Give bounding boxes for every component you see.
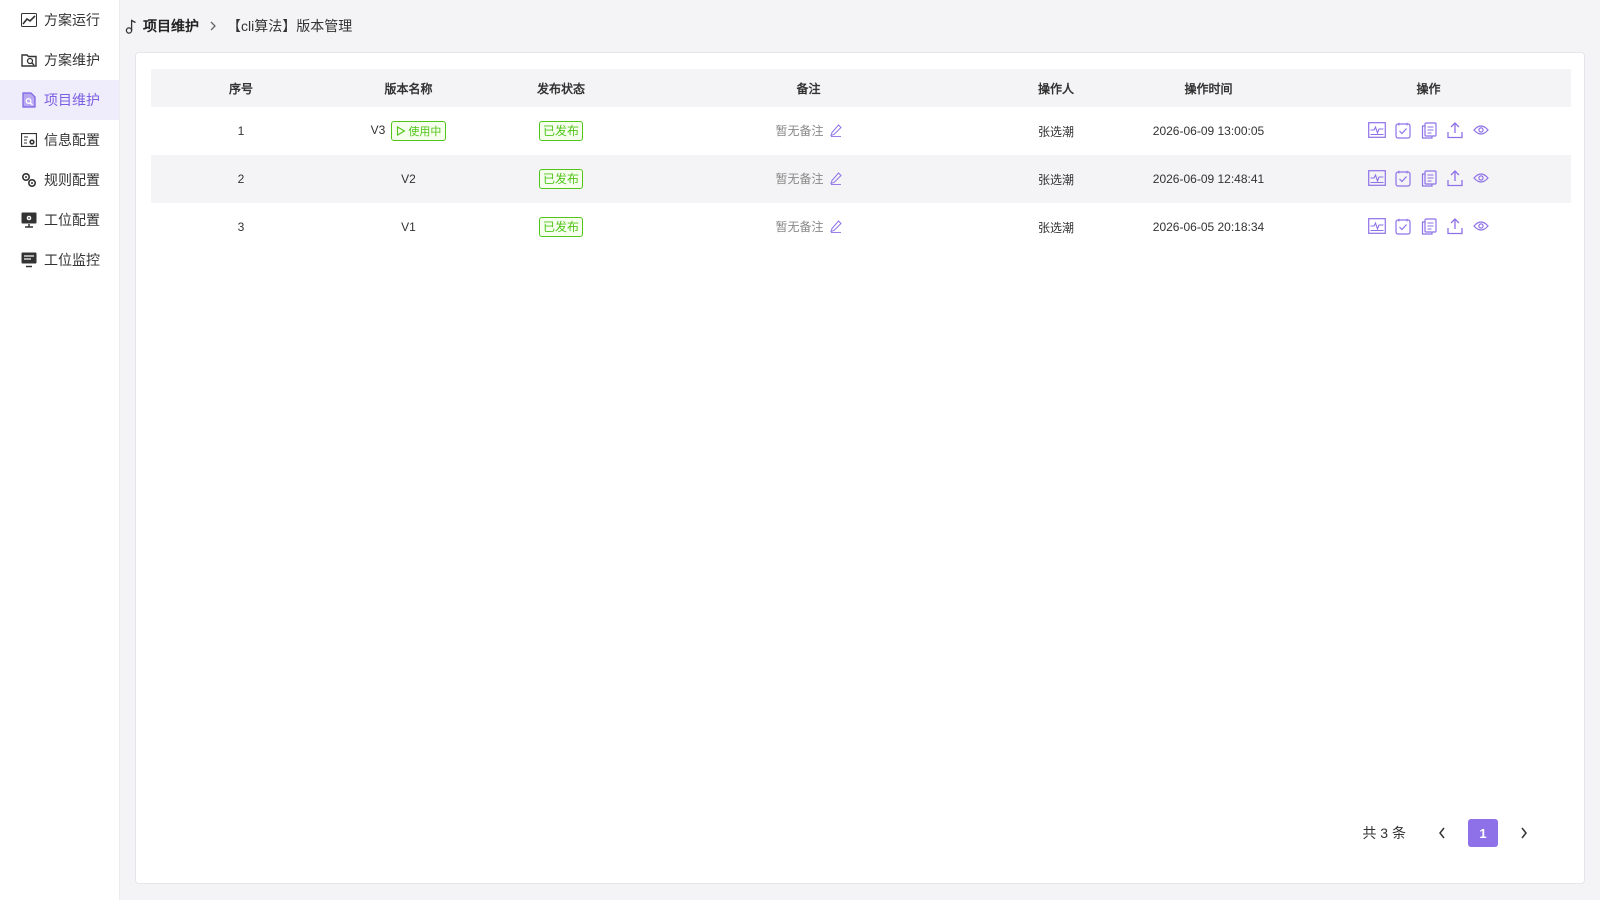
eye-icon[interactable] — [1472, 169, 1490, 187]
sidebar-item-label: 方案运行 — [44, 12, 100, 28]
sidebar-item-info-config[interactable]: 信息配置 — [0, 120, 119, 160]
breadcrumb-parent[interactable]: 项目维护 — [143, 16, 199, 36]
sidebar-item-label: 工位监控 — [44, 252, 100, 268]
sidebar-item-project-maintain[interactable]: 项目维护 — [0, 80, 119, 120]
copy-icon[interactable] — [1420, 217, 1438, 235]
chevron-left-icon — [1439, 827, 1445, 839]
checklist-icon[interactable] — [1394, 217, 1412, 235]
table-row: 2 V2 已发布 暂无备注 张选潮 2026-06-09 12:48:41 — [151, 155, 1571, 203]
sidebar-item-plan-maintain[interactable]: 方案维护 — [0, 40, 119, 80]
header-time: 操作时间 — [1184, 81, 1233, 96]
sidebar-item-station-monitor[interactable]: 工位监控 — [0, 240, 119, 280]
cell-time: 2026-06-09 13:00:05 — [1152, 124, 1265, 138]
monitor-list-icon — [20, 251, 38, 269]
chevron-right-icon — [1521, 827, 1527, 839]
cell-operator: 张选潮 — [1037, 172, 1074, 187]
checklist-icon[interactable] — [1394, 169, 1412, 187]
version-name: V1 — [401, 220, 416, 234]
header-actions: 操作 — [1416, 81, 1441, 96]
upload-icon[interactable] — [1446, 217, 1464, 235]
cell-name: V2 — [331, 155, 486, 203]
play-icon — [396, 126, 406, 136]
note-text: 暂无备注 — [775, 124, 824, 139]
sidebar: 方案运行 方案维护 项目维护 信息配置 规则配置 工位配置 工位监控 — [0, 0, 120, 900]
copy-icon[interactable] — [1420, 121, 1438, 139]
chevron-right-icon — [209, 19, 217, 34]
cell-time: 2026-06-09 12:48:41 — [1152, 172, 1265, 186]
cell-actions — [1286, 155, 1571, 203]
pagination-total: 共 3 条 — [1362, 825, 1406, 841]
header-status: 发布状态 — [536, 81, 585, 96]
cell-time: 2026-06-05 20:18:34 — [1152, 220, 1265, 234]
settings-board-icon — [20, 131, 38, 149]
status-badge: 已发布 — [538, 169, 583, 189]
note-text: 暂无备注 — [775, 172, 824, 187]
sidebar-item-plan-run[interactable]: 方案运行 — [0, 0, 119, 40]
cell-seq: 1 — [237, 124, 245, 138]
table-row: 1 V3 使用中 已发布 暂无备注 张选潮 2026-06-09 13:00:05 — [151, 107, 1571, 155]
upload-icon[interactable] — [1446, 121, 1464, 139]
in-use-badge: 使用中 — [391, 121, 447, 141]
table-header-row: 序号 版本名称 发布状态 备注 操作人 操作时间 操作 — [151, 69, 1571, 107]
cell-operator: 张选潮 — [1037, 124, 1074, 139]
sidebar-item-rule-config[interactable]: 规则配置 — [0, 160, 119, 200]
cell-note: 暂无备注 — [636, 107, 981, 155]
cell-name: V1 — [331, 203, 486, 251]
copy-icon[interactable] — [1420, 169, 1438, 187]
cell-status: 已发布 — [486, 155, 636, 203]
edit-pen-icon[interactable] — [829, 172, 842, 188]
cell-actions — [1286, 203, 1571, 251]
version-name: V3 — [370, 123, 386, 138]
document-search-icon — [20, 91, 38, 109]
edit-pen-icon[interactable] — [829, 220, 842, 236]
breadcrumb-current: 【cli算法】版本管理 — [227, 18, 353, 34]
music-note-icon — [125, 18, 139, 34]
content-card: 序号 版本名称 发布状态 备注 操作人 操作时间 操作 1 V3 使用中 已发布 暂无备… — [135, 52, 1585, 884]
breadcrumb: 项目维护 【cli算法】版本管理 — [125, 16, 352, 36]
status-badge: 已发布 — [538, 121, 583, 141]
folder-search-icon — [20, 51, 38, 69]
chart-line-icon — [20, 11, 38, 29]
sidebar-item-label: 规则配置 — [44, 172, 100, 188]
prev-page-button[interactable] — [1428, 819, 1456, 847]
upload-icon[interactable] — [1446, 169, 1464, 187]
pagination: 共 3 条 1 — [1362, 819, 1544, 847]
status-badge: 已发布 — [538, 217, 583, 237]
cell-note: 暂无备注 — [636, 155, 981, 203]
header-name: 版本名称 — [384, 81, 433, 96]
cell-seq: 3 — [237, 220, 245, 234]
sidebar-item-label: 项目维护 — [44, 92, 100, 108]
sidebar-item-station-config[interactable]: 工位配置 — [0, 200, 119, 240]
eye-icon[interactable] — [1472, 217, 1490, 235]
header-seq: 序号 — [228, 81, 253, 96]
table-row: 3 V1 已发布 暂无备注 张选潮 2026-06-05 20:18:34 — [151, 203, 1571, 251]
cell-operator: 张选潮 — [1037, 220, 1074, 235]
cell-status: 已发布 — [486, 107, 636, 155]
version-table: 序号 版本名称 发布状态 备注 操作人 操作时间 操作 1 V3 使用中 已发布 暂无备… — [151, 69, 1571, 251]
cell-actions — [1286, 107, 1571, 155]
page-number-button[interactable]: 1 — [1468, 819, 1498, 847]
next-page-button[interactable] — [1510, 819, 1538, 847]
header-operator: 操作人 — [1037, 81, 1074, 96]
chart-board-icon[interactable] — [1367, 121, 1386, 139]
gears-icon — [20, 171, 38, 189]
eye-icon[interactable] — [1472, 121, 1490, 139]
cell-name: V3 使用中 — [331, 107, 486, 155]
cell-note: 暂无备注 — [636, 203, 981, 251]
sidebar-item-label: 信息配置 — [44, 132, 100, 148]
note-text: 暂无备注 — [775, 220, 824, 235]
chart-board-icon[interactable] — [1367, 169, 1386, 187]
version-name: V2 — [401, 172, 416, 186]
sidebar-item-label: 方案维护 — [44, 52, 100, 68]
chart-board-icon[interactable] — [1367, 217, 1386, 235]
monitor-gear-icon — [20, 211, 38, 229]
header-note: 备注 — [796, 81, 821, 96]
cell-seq: 2 — [237, 172, 245, 186]
checklist-icon[interactable] — [1394, 121, 1412, 139]
edit-pen-icon[interactable] — [829, 124, 842, 140]
sidebar-item-label: 工位配置 — [44, 212, 100, 228]
cell-status: 已发布 — [486, 203, 636, 251]
